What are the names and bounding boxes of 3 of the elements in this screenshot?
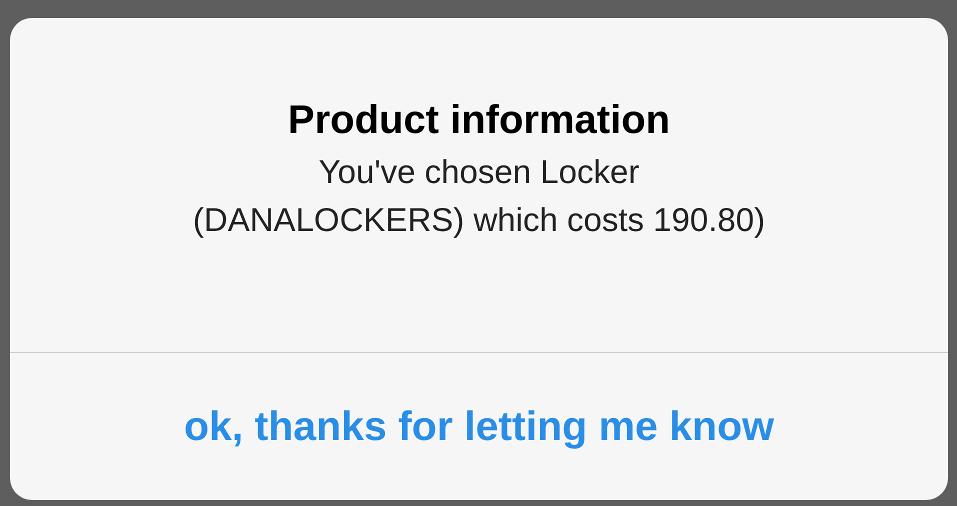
alert-button[interactable]: ok, thanks for letting me know [176, 396, 782, 458]
alert-message: You've chosen Locker (DANALOCKERS) which costs 190.80) [192, 152, 766, 240]
alert-title: Product information [288, 97, 670, 144]
